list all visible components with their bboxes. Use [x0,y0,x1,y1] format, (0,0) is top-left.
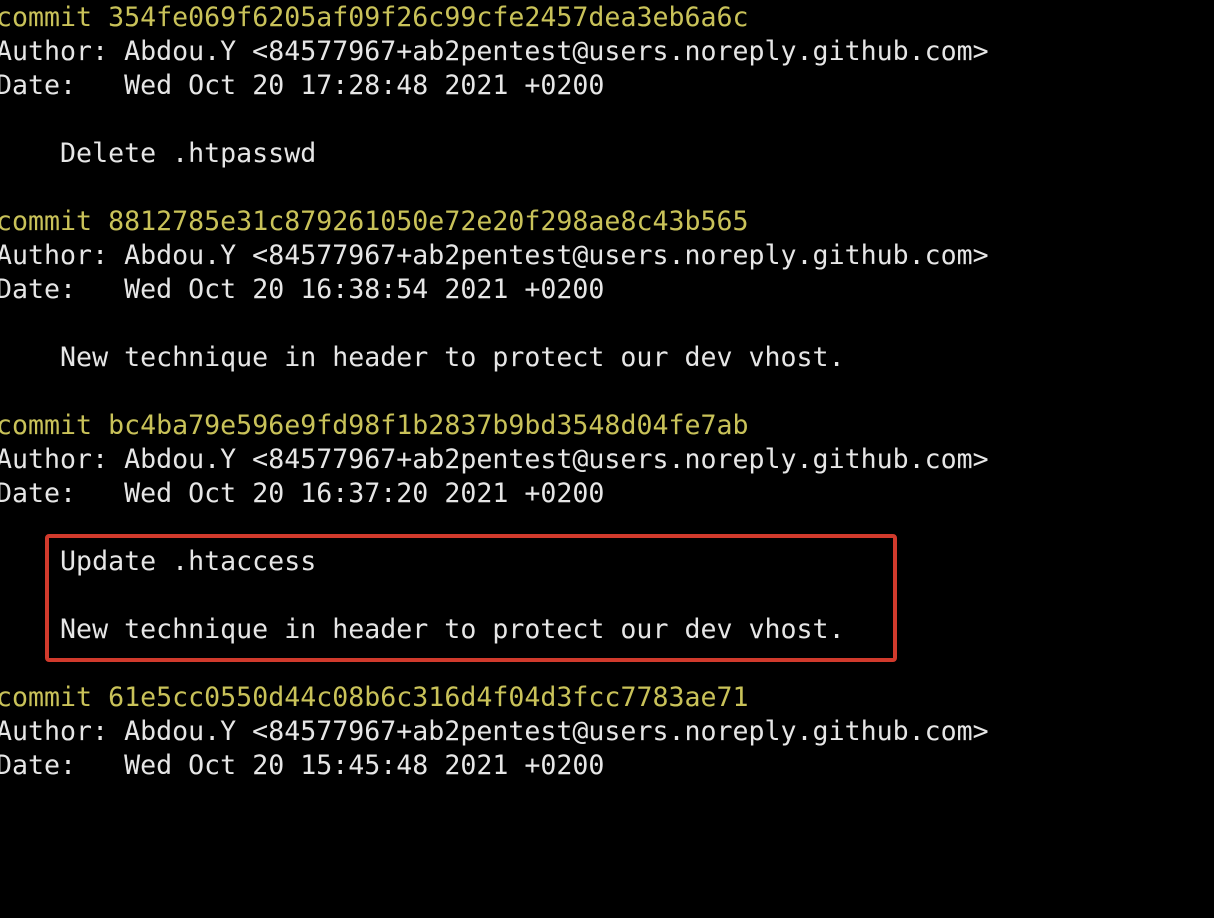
date-line: Date: Wed Oct 20 16:38:54 2021 +0200 [0,273,604,307]
commit-hash: 354fe069f6205af09f26c99cfe2457dea3eb6a6c [108,2,749,33]
date-value: Wed Oct 20 15:45:48 2021 +0200 [124,750,605,781]
author-value: Abdou.Y <84577967+ab2pentest@users.norep… [124,36,989,67]
author-line: Author: Abdou.Y <84577967+ab2pentest@use… [0,239,989,273]
date-line: Date: Wed Oct 20 15:45:48 2021 +0200 [0,749,604,783]
commit-message-line: New technique in header to protect our d… [0,341,845,375]
commit-line: commit bc4ba79e596e9fd98f1b2837b9bd3548d… [0,409,749,443]
commit-hash: 61e5cc0550d44c08b6c316d4f04d3fcc7783ae71 [108,682,749,713]
date-label: Date: [0,274,77,305]
author-line: Author: Abdou.Y <84577967+ab2pentest@use… [0,35,989,69]
commit-message: New technique in header to protect our d… [60,342,845,373]
author-label: Author: [0,36,109,67]
author-label: Author: [0,240,109,271]
commit-hash: 8812785e31c879261050e72e20f298ae8c43b565 [108,206,749,237]
date-value: Wed Oct 20 17:28:48 2021 +0200 [124,70,605,101]
terminal-window[interactable]: commit 354fe069f6205af09f26c99cfe2457dea… [0,0,1214,781]
commit-line: commit 8812785e31c879261050e72e20f298ae8… [0,205,749,239]
author-label: Author: [0,716,109,747]
date-label: Date: [0,750,77,781]
date-value: Wed Oct 20 16:38:54 2021 +0200 [124,274,605,305]
date-line: Date: Wed Oct 20 17:28:48 2021 +0200 [0,69,604,103]
commit-label: commit [0,410,93,441]
author-value: Abdou.Y <84577967+ab2pentest@users.norep… [124,444,989,475]
author-label: Author: [0,444,109,475]
commit-hash: bc4ba79e596e9fd98f1b2837b9bd3548d04fe7ab [108,410,749,441]
date-label: Date: [0,70,77,101]
author-value: Abdou.Y <84577967+ab2pentest@users.norep… [124,240,989,271]
commit-label: commit [0,2,93,33]
commit-message: Delete .htpasswd [60,138,317,169]
commit-line: commit 61e5cc0550d44c08b6c316d4f04d3fcc7… [0,681,749,715]
author-value: Abdou.Y <84577967+ab2pentest@users.norep… [124,716,989,747]
date-label: Date: [0,478,77,509]
commit-label: commit [0,682,93,713]
highlight-annotation-box [45,534,897,662]
commit-label: commit [0,206,93,237]
author-line: Author: Abdou.Y <84577967+ab2pentest@use… [0,443,989,477]
date-line: Date: Wed Oct 20 16:37:20 2021 +0200 [0,477,604,511]
author-line: Author: Abdou.Y <84577967+ab2pentest@use… [0,715,989,749]
date-value: Wed Oct 20 16:37:20 2021 +0200 [124,478,605,509]
commit-line: commit 354fe069f6205af09f26c99cfe2457dea… [0,1,749,35]
commit-message-line: Delete .htpasswd [0,137,316,171]
